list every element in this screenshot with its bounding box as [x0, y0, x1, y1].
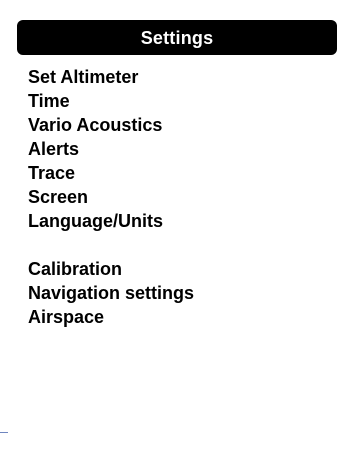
menu-item-label: Navigation settings	[28, 283, 195, 303]
title-bar: Settings	[17, 20, 337, 55]
menu-item-label: Vario Acoustics	[28, 115, 163, 135]
menu-item-device-settings[interactable]: Device settings	[0, 233, 343, 258]
menu-item-airspace[interactable]: Airspace	[0, 305, 343, 329]
menu-item-label: Alerts	[28, 139, 80, 159]
settings-screen: Settings Set Altimeter Time Vario Acoust…	[0, 0, 343, 458]
menu-item-label: Language/Units	[28, 211, 164, 231]
menu-item-navigation-settings[interactable]: Navigation settings	[0, 281, 343, 305]
settings-menu: Set Altimeter Time Vario Acoustics Alert…	[0, 65, 343, 329]
menu-item-alerts[interactable]: Alerts	[0, 137, 343, 161]
menu-item-calibration[interactable]: Calibration	[0, 257, 343, 281]
edge-mark	[0, 432, 8, 433]
page-title: Settings	[140, 27, 214, 48]
menu-item-screen[interactable]: Screen	[0, 185, 343, 209]
menu-item-label: Airspace	[28, 307, 105, 327]
menu-item-set-altimeter[interactable]: Set Altimeter	[0, 65, 343, 89]
menu-item-label: Screen	[28, 187, 89, 207]
menu-item-label: Calibration	[28, 259, 123, 279]
menu-item-label: Trace	[28, 163, 76, 183]
menu-item-label: Time	[28, 91, 70, 111]
menu-item-trace[interactable]: Trace	[0, 161, 343, 185]
menu-item-time[interactable]: Time	[0, 89, 343, 113]
menu-item-language-units[interactable]: Language/Units	[0, 209, 343, 233]
menu-item-label: Device settings	[28, 235, 161, 255]
menu-item-label: Set Altimeter	[28, 67, 139, 87]
menu-item-vario-acoustics[interactable]: Vario Acoustics	[0, 113, 343, 137]
